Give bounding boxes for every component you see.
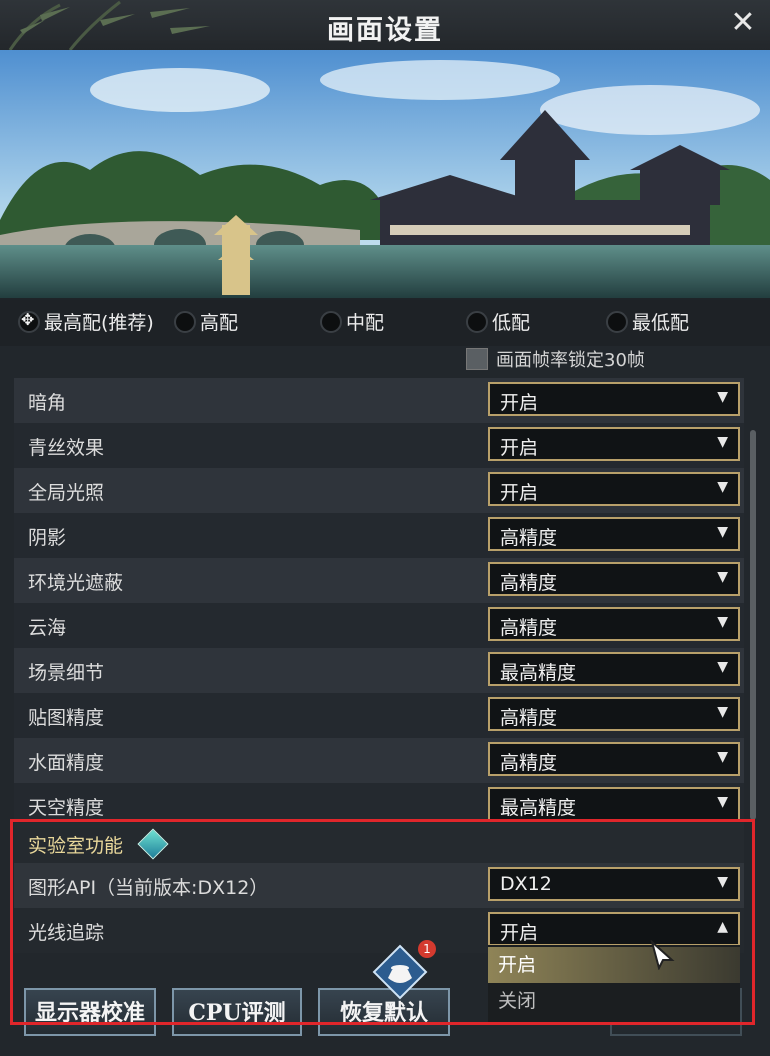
setting-row-ao: 环境光遮蔽 高精度 ▼ — [14, 558, 744, 603]
select-value: 高精度 — [500, 752, 558, 774]
setting-select[interactable]: 高精度 ▼ — [488, 607, 740, 641]
setting-select[interactable]: 高精度 ▼ — [488, 697, 740, 731]
setting-select[interactable]: 高精度 ▼ — [488, 517, 740, 551]
select-value: 高精度 — [500, 527, 558, 549]
setting-label: 阴影 — [28, 527, 67, 549]
settings-list: 暗角 开启 ▼ 青丝效果 开启 ▼ 全局光照 开启 ▼ 阴影 高精度 ▼ 环境光遮蔽 高… — [14, 378, 744, 828]
setting-row-water: 水面精度 高精度 ▼ — [14, 738, 744, 783]
setting-select[interactable]: 最高精度 ▼ — [488, 787, 740, 821]
chevron-down-icon: ▼ — [717, 479, 728, 495]
radio-icon — [174, 310, 196, 333]
radio-selected-icon — [18, 310, 40, 333]
preset-high[interactable]: 高配 — [174, 308, 238, 335]
setting-row-shadow: 阴影 高精度 ▼ — [14, 513, 744, 558]
title-bar: 画面设置 ✕ — [0, 0, 770, 51]
window-title: 画面设置 — [327, 15, 443, 46]
scrollbar[interactable] — [750, 430, 756, 820]
setting-label: 场景细节 — [28, 662, 105, 684]
select-value: 最高精度 — [500, 797, 577, 819]
fps-lock-option: 画面帧率锁定30帧 — [466, 346, 645, 372]
chevron-down-icon: ▼ — [717, 389, 728, 405]
setting-label: 云海 — [28, 617, 67, 639]
preview-image — [0, 50, 770, 300]
chevron-down-icon: ▼ — [717, 749, 728, 765]
preset-lowest[interactable]: 最低配 — [606, 308, 689, 335]
setting-row-cloud: 云海 高精度 ▼ — [14, 603, 744, 648]
preset-row: 最高配(推荐) 高配 中配 低配 最低配 — [0, 298, 770, 346]
preset-label: 中配 — [346, 312, 385, 334]
setting-label: 暗角 — [28, 392, 67, 414]
select-value: 高精度 — [500, 572, 558, 594]
select-value: 开启 — [500, 392, 539, 414]
radio-icon — [606, 310, 628, 333]
setting-row-vignette: 暗角 开启 ▼ — [14, 378, 744, 423]
preset-label: 最低配 — [632, 312, 690, 334]
setting-label: 环境光遮蔽 — [28, 572, 124, 594]
setting-select[interactable]: 高精度 ▼ — [488, 562, 740, 596]
chevron-down-icon: ▼ — [717, 794, 728, 810]
preset-highest[interactable]: 最高配(推荐) — [18, 308, 154, 335]
setting-select[interactable]: 开启 ▼ — [488, 427, 740, 461]
radio-icon — [466, 310, 488, 333]
setting-select[interactable]: 开启 ▼ — [488, 382, 740, 416]
setting-row-texture: 贴图精度 高精度 ▼ — [14, 693, 744, 738]
setting-label: 全局光照 — [28, 482, 105, 504]
chevron-down-icon: ▼ — [717, 569, 728, 585]
setting-label: 青丝效果 — [28, 437, 105, 459]
setting-row-detail: 场景细节 最高精度 ▼ — [14, 648, 744, 693]
chevron-down-icon: ▼ — [717, 704, 728, 720]
fps-lock-checkbox[interactable] — [466, 348, 488, 370]
chevron-down-icon: ▼ — [717, 614, 728, 630]
radio-icon — [320, 310, 342, 333]
setting-select[interactable]: 开启 ▼ — [488, 472, 740, 506]
chevron-down-icon: ▼ — [717, 524, 728, 540]
preset-medium[interactable]: 中配 — [320, 308, 384, 335]
select-value: 开启 — [500, 482, 539, 504]
preset-label: 低配 — [492, 312, 531, 334]
preset-label: 最高配(推荐) — [44, 312, 154, 334]
setting-label: 天空精度 — [28, 797, 105, 819]
setting-label: 水面精度 — [28, 752, 105, 774]
chevron-down-icon: ▼ — [717, 659, 728, 675]
setting-row-gi: 全局光照 开启 ▼ — [14, 468, 744, 513]
setting-label: 贴图精度 — [28, 707, 105, 729]
graphics-settings-window: 画面设置 ✕ ✥ 最高配(推荐) 高配 中配 低配 最低配 画面帧率锁定30帧 … — [0, 0, 770, 1056]
setting-select[interactable]: 高精度 ▼ — [488, 742, 740, 776]
setting-select[interactable]: 最高精度 ▼ — [488, 652, 740, 686]
close-icon[interactable]: ✕ — [726, 6, 760, 40]
highlight-box — [10, 819, 755, 1025]
fps-lock-label: 画面帧率锁定30帧 — [496, 350, 645, 371]
preset-low[interactable]: 低配 — [466, 308, 530, 335]
select-value: 高精度 — [500, 617, 558, 639]
select-value: 最高精度 — [500, 662, 577, 684]
setting-row-hair: 青丝效果 开启 ▼ — [14, 423, 744, 468]
select-value: 开启 — [500, 437, 539, 459]
select-value: 高精度 — [500, 707, 558, 729]
preset-label: 高配 — [200, 312, 239, 334]
chevron-down-icon: ▼ — [717, 434, 728, 450]
